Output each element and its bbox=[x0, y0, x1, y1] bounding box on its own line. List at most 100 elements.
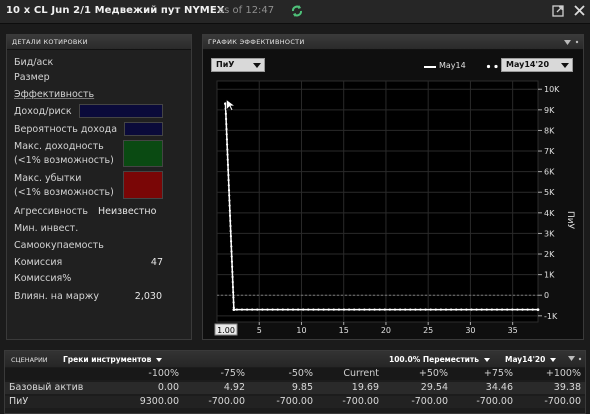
y-tick-label: 7K bbox=[544, 147, 555, 156]
scenarios-header: СЦЕНАРИИ Греки инструментов 100.0% Перем… bbox=[5, 351, 585, 367]
profit-risk-label: Доход/риск bbox=[14, 106, 72, 117]
max-profit-label: Макс. доходность bbox=[14, 141, 104, 152]
chart-panel-title: ГРАФИК ЭФФЕКТИВНОСТИ bbox=[208, 38, 305, 46]
column-header: +100% bbox=[545, 368, 581, 379]
y-tick-label: -1K bbox=[544, 312, 558, 321]
table-cell: -700.00 bbox=[411, 396, 448, 407]
table-row: ПиУ 9300.00 -700.00 -700.00 -700.00 -700.00 -7… bbox=[5, 396, 585, 408]
row-label: ПиУ bbox=[9, 396, 29, 407]
shift-dropdown[interactable]: 100.0% Переместить bbox=[389, 355, 490, 364]
bid-ask-label: Бид/аск bbox=[14, 57, 54, 68]
quote-details-panel: ДЕТАЛИ КОТИРОВКИ Бид/аск Размер Эффектив… bbox=[6, 34, 192, 340]
y-tick-label: 1K bbox=[544, 271, 555, 280]
table-cell: 39.38 bbox=[553, 382, 581, 393]
breakeven-label: Самоокупаемость bbox=[14, 240, 104, 251]
legend-solid-label: May14 bbox=[439, 61, 466, 70]
table-cell: -700.00 bbox=[208, 396, 245, 407]
greeks-dropdown-label: Греки инструментов bbox=[63, 355, 152, 364]
min-invest-label: Мин. инвест. bbox=[14, 223, 79, 234]
scenarios-panel: СЦЕНАРИИ Греки инструментов 100.0% Перем… bbox=[4, 350, 586, 414]
profit-risk-bar bbox=[79, 104, 163, 118]
shift-dropdown-label: 100.0% Переместить bbox=[389, 355, 480, 364]
table-cell: -700.00 bbox=[544, 396, 581, 407]
y-tick-label: 4K bbox=[544, 209, 555, 218]
date-series-dropdown-label: May14'20 bbox=[506, 60, 550, 69]
x-tick-label: 35 bbox=[508, 326, 518, 335]
y-tick-label: 9K bbox=[544, 106, 555, 115]
panel-options-icon[interactable] bbox=[574, 39, 580, 45]
x-tick-label: 10 bbox=[296, 326, 306, 335]
commission-label: Комиссия bbox=[14, 257, 63, 268]
popout-icon[interactable] bbox=[552, 5, 564, 17]
metric-dropdown[interactable]: ПиУ bbox=[211, 58, 265, 72]
size-label: Размер bbox=[14, 72, 50, 83]
column-header: -75% bbox=[220, 368, 245, 379]
pnl-chart[interactable]: 10K 9K 8K 7K 6K 5K 4K 3K 2K 1K 0 -1K 5 10 15 20 25 30 35 1.… bbox=[203, 75, 583, 339]
x-tick-label: 25 bbox=[423, 326, 433, 335]
table-cell: -700.00 bbox=[342, 396, 379, 407]
scenario-date-dropdown[interactable]: May14'20 bbox=[505, 355, 556, 364]
commission-pct-label: Комиссия% bbox=[14, 273, 72, 284]
chevron-down-icon bbox=[561, 63, 569, 68]
panel-menu-icon[interactable] bbox=[564, 40, 571, 45]
performance-chart-panel: ГРАФИК ЭФФЕКТИВНОСТИ ПиУ May14 May14'20 … bbox=[202, 34, 584, 340]
chevron-down-icon bbox=[483, 358, 490, 362]
title-bar: 10 x CL Jun 2/1 Медвежий пут NYMEX as of… bbox=[0, 0, 590, 24]
table-cell: 0.00 bbox=[157, 382, 179, 393]
max-profit-bar bbox=[123, 140, 163, 167]
refresh-icon[interactable] bbox=[290, 3, 304, 19]
date-series-dropdown[interactable]: May14'20 bbox=[501, 58, 573, 72]
chevron-down-icon bbox=[549, 358, 556, 362]
x-start-label: 1.00 bbox=[217, 326, 235, 335]
table-row: Базовый актив 0.00 4.92 9.85 19.69 29.54 34.46… bbox=[5, 382, 585, 394]
greeks-dropdown[interactable]: Греки инструментов bbox=[63, 355, 162, 364]
max-loss-note: (<1% возможность) bbox=[14, 187, 114, 198]
column-header: +50% bbox=[418, 368, 448, 379]
y-tick-label: 6K bbox=[544, 168, 555, 177]
y-tick-label: 0 bbox=[544, 291, 549, 300]
margin-impact-label: Влиян. на маржу bbox=[14, 291, 99, 302]
legend-dotted-swatch bbox=[486, 64, 498, 69]
table-cell: 34.46 bbox=[485, 382, 513, 393]
x-tick-label: 20 bbox=[381, 326, 391, 335]
x-tick-label: 30 bbox=[465, 326, 475, 335]
x-tick-label: 15 bbox=[339, 326, 349, 335]
table-cell: 4.92 bbox=[223, 382, 245, 393]
x-tick-label: 5 bbox=[257, 326, 262, 335]
close-icon[interactable] bbox=[573, 4, 586, 17]
legend-solid-swatch bbox=[424, 66, 436, 68]
y-tick-label: 5K bbox=[544, 188, 555, 197]
plot-area bbox=[216, 80, 539, 323]
column-header: -100% bbox=[148, 368, 179, 379]
y-tick-label: 2K bbox=[544, 250, 555, 259]
row-label: Базовый актив bbox=[9, 382, 84, 393]
table-cell: 9300.00 bbox=[139, 396, 179, 407]
efficiency-label: Эффективность bbox=[14, 89, 95, 100]
table-cell: 9.85 bbox=[291, 382, 313, 393]
y-axis-title: ПиУ bbox=[565, 211, 575, 230]
aggressiveness-label: Агрессивность bbox=[14, 206, 88, 217]
scenario-date-dropdown-label: May14'20 bbox=[505, 355, 546, 364]
commission-value: 47 bbox=[150, 257, 163, 268]
scenarios-options-icon[interactable] bbox=[577, 356, 583, 362]
window-title: 10 x CL Jun 2/1 Медвежий пут NYMEX bbox=[6, 5, 225, 16]
series-point bbox=[536, 308, 540, 311]
scenarios-title: СЦЕНАРИИ bbox=[11, 356, 48, 364]
max-loss-label: Макс. убытки bbox=[14, 173, 82, 184]
profit-probability-bar bbox=[124, 122, 163, 136]
profit-probability-label: Вероятность дохода bbox=[14, 124, 118, 135]
table-cell: 29.54 bbox=[420, 382, 448, 393]
chevron-down-icon bbox=[155, 358, 162, 362]
details-title: ДЕТАЛИ КОТИРОВКИ bbox=[12, 38, 88, 46]
y-tick-label: 10K bbox=[544, 85, 560, 94]
table-cell: -700.00 bbox=[476, 396, 513, 407]
column-header: -50% bbox=[288, 368, 313, 379]
scenarios-menu-icon[interactable] bbox=[568, 356, 575, 361]
details-header: ДЕТАЛИ КОТИРОВКИ bbox=[7, 35, 191, 50]
chevron-down-icon bbox=[253, 63, 261, 68]
series-point bbox=[232, 308, 236, 311]
as-of-time: as of 12:47 bbox=[218, 5, 275, 16]
y-tick-label: 3K bbox=[544, 229, 555, 238]
max-loss-bar bbox=[123, 171, 163, 199]
chart-header: ГРАФИК ЭФФЕКТИВНОСТИ bbox=[203, 35, 583, 50]
